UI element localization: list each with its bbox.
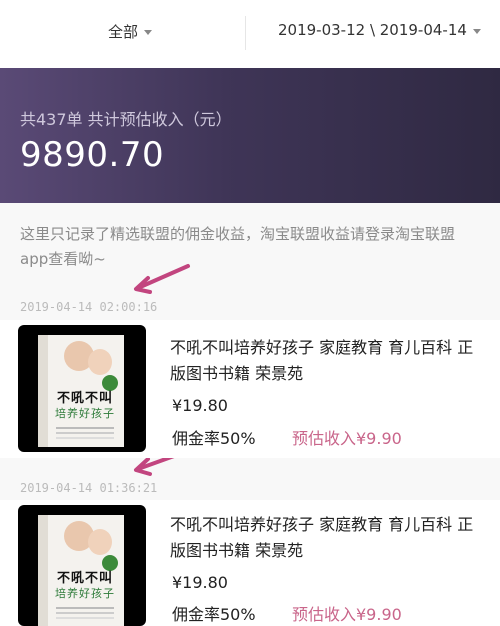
filter-bar: 全部 2019-03-12 \ 2019-04-14 xyxy=(0,0,500,68)
cover-title: 不吼不叫 xyxy=(56,571,113,586)
order-card[interactable]: 不吼不叫 培养好孩子 不吼不叫培养好孩子 家庭教育 育儿百科 正版图书书籍 荣景… xyxy=(0,320,500,458)
product-thumbnail: 不吼不叫 培养好孩子 xyxy=(18,505,146,626)
summary-label: 共437单 共计预估收入（元） xyxy=(20,110,232,129)
cover-subtitle: 培养好孩子 xyxy=(55,587,115,600)
product-thumbnail: 不吼不叫 培养好孩子 xyxy=(18,325,146,452)
product-price: ¥19.80 xyxy=(172,396,228,415)
filter-divider xyxy=(245,16,246,50)
product-price: ¥19.80 xyxy=(172,573,228,592)
commission-rate: 佣金率50% xyxy=(172,429,256,448)
order-card[interactable]: 不吼不叫 培养好孩子 不吼不叫培养好孩子 家庭教育 育儿百科 正版图书书籍 荣景… xyxy=(0,500,500,626)
product-title: 不吼不叫培养好孩子 家庭教育 育儿百科 正版图书书籍 荣景苑 xyxy=(170,515,474,560)
book-spine xyxy=(38,335,48,447)
arrow-annotation-icon xyxy=(134,264,190,294)
category-filter-label: 全部 xyxy=(108,23,139,41)
cover-photo-child xyxy=(88,529,112,555)
date-range-label: 2019-03-12 \ 2019-04-14 xyxy=(278,21,467,39)
date-range-dropdown[interactable]: 2019-03-12 \ 2019-04-14 xyxy=(278,21,481,39)
cover-subtitle: 培养好孩子 xyxy=(55,407,115,420)
cover-text-lines xyxy=(56,607,114,609)
summary-amount: 9890.70 xyxy=(20,135,165,175)
cover-title: 不吼不叫 xyxy=(56,391,113,406)
book-spine xyxy=(38,515,48,626)
category-filter-dropdown[interactable]: 全部 xyxy=(108,21,153,42)
commission-rate: 佣金率50% xyxy=(172,605,256,624)
chevron-down-icon xyxy=(144,30,153,35)
book-cover: 不吼不叫 培养好孩子 xyxy=(38,515,124,626)
estimated-income: 预估收入¥9.90 xyxy=(292,605,402,624)
cover-photo-child xyxy=(88,349,112,375)
order-timestamp: 2019-04-14 01:36:21 xyxy=(20,481,158,495)
notice-text: 这里只记录了精选联盟的佣金收益，淘宝联盟收益请登录淘宝联盟app查看呦~ xyxy=(20,225,456,268)
book-cover: 不吼不叫 培养好孩子 xyxy=(38,335,124,447)
cover-text-lines xyxy=(56,427,114,429)
income-summary-panel: 共437单 共计预估收入（元） 9890.70 xyxy=(0,68,500,203)
order-timestamp: 2019-04-14 02:00:16 xyxy=(20,300,158,314)
product-title: 不吼不叫培养好孩子 家庭教育 育儿百科 正版图书书籍 荣景苑 xyxy=(170,338,474,383)
estimated-income: 预估收入¥9.90 xyxy=(292,429,402,448)
chevron-down-icon xyxy=(472,28,481,34)
